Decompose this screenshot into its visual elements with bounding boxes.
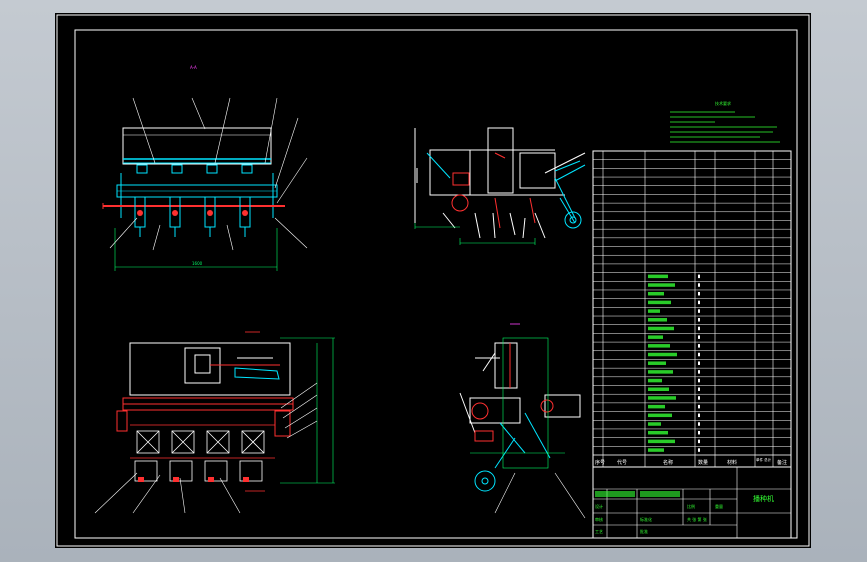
bom-header-material: 材料 <box>727 459 737 466</box>
bom-entry-mark <box>648 370 673 374</box>
bom-header-unit: 单件 总计 <box>756 457 772 462</box>
bom-qty-mark <box>698 291 700 296</box>
title-label-sheets: 共 张 第 张 <box>687 516 707 522</box>
bom-qty-mark <box>698 404 700 409</box>
bom-entry-mark <box>648 274 668 279</box>
bom-qty-mark <box>698 309 700 313</box>
bom-entry-mark <box>648 283 675 287</box>
bom-entry-mark <box>648 387 669 392</box>
bom-entry-mark <box>648 326 674 331</box>
top-view <box>94 331 335 514</box>
bom-entry-mark <box>648 300 671 305</box>
bom-entry-mark <box>648 413 672 418</box>
title-label-process: 工艺 <box>595 529 603 534</box>
technical-notes: 技术要求 <box>670 100 780 143</box>
bom-qty-mark <box>698 335 700 339</box>
bom-qty-mark <box>698 283 700 287</box>
bom-entry-mark <box>648 448 664 452</box>
bom-header-qty: 数量 <box>698 459 708 466</box>
bom-qty-mark <box>698 396 700 400</box>
bom-qty-mark <box>698 413 700 418</box>
bom-header-name: 名称 <box>663 459 673 466</box>
bom-qty-mark <box>698 274 700 279</box>
section-view <box>459 323 586 519</box>
bom-entry-mark <box>648 309 660 313</box>
bom-entry-mark <box>648 396 676 400</box>
bom-entry-mark <box>648 291 664 296</box>
bom-qty-mark <box>698 439 700 444</box>
bom-entry-mark <box>648 335 663 339</box>
drawing-title: 播种机 <box>753 494 774 503</box>
side-view <box>414 127 586 245</box>
drawing-sheet: A-A 1600 技术要求 序号 代号 名称 数量 材料 单件 总计 备注 播种… <box>55 13 811 548</box>
title-block: 播种机 设计 审核 工艺 标准化 批准 比例 重量 共 张 第 张 <box>592 466 792 539</box>
cad-drawing-canvas: A-A 1600 技术要求 序号 代号 名称 数量 材料 单件 总计 备注 播种… <box>56 14 810 547</box>
front-view: A-A 1600 <box>102 65 308 271</box>
svg-text:1600: 1600 <box>192 261 203 266</box>
bom-qty-mark <box>698 422 700 426</box>
bom-entry-mark <box>648 404 665 409</box>
title-label-scale: 比例 <box>687 503 695 509</box>
title-label-standard: 标准化 <box>640 516 652 522</box>
bill-of-materials: 序号 代号 名称 数量 材料 单件 总计 备注 <box>592 150 792 468</box>
title-label-review: 审核 <box>595 516 603 522</box>
bom-qty-mark <box>698 430 700 435</box>
bom-entry-mark <box>648 361 666 365</box>
bom-entry-mark <box>648 439 675 444</box>
bom-qty-mark <box>698 361 700 365</box>
bom-qty-mark <box>698 300 700 305</box>
notes-title: 技术要求 <box>715 100 731 106</box>
bom-qty-mark <box>698 370 700 374</box>
title-label-approve: 批准 <box>640 528 648 534</box>
bom-qty-mark <box>698 378 700 383</box>
bom-entry-mark <box>648 422 661 426</box>
title-label-design: 设计 <box>595 503 603 509</box>
bom-entry-mark <box>648 352 677 357</box>
bom-entry-mark <box>648 344 670 348</box>
bom-entry-mark <box>648 378 662 383</box>
bom-entry-mark <box>648 430 668 435</box>
bom-qty-mark <box>698 326 700 331</box>
bom-qty-mark <box>698 318 700 322</box>
bom-header-seq: 序号 <box>595 459 605 466</box>
bom-header-note: 备注 <box>777 459 787 466</box>
title-label-weight: 重量 <box>715 503 723 509</box>
bom-qty-mark <box>698 352 700 357</box>
bom-entry-mark <box>648 318 667 322</box>
inner-border <box>74 29 798 539</box>
bom-qty-mark <box>698 344 700 348</box>
svg-text:A-A: A-A <box>190 65 197 70</box>
bom-qty-mark <box>698 387 700 392</box>
bom-qty-mark <box>698 448 700 452</box>
cad-viewport[interactable]: A-A 1600 技术要求 序号 代号 名称 数量 材料 单件 总计 备注 播种… <box>0 0 867 562</box>
bom-header-code: 代号 <box>617 459 627 466</box>
